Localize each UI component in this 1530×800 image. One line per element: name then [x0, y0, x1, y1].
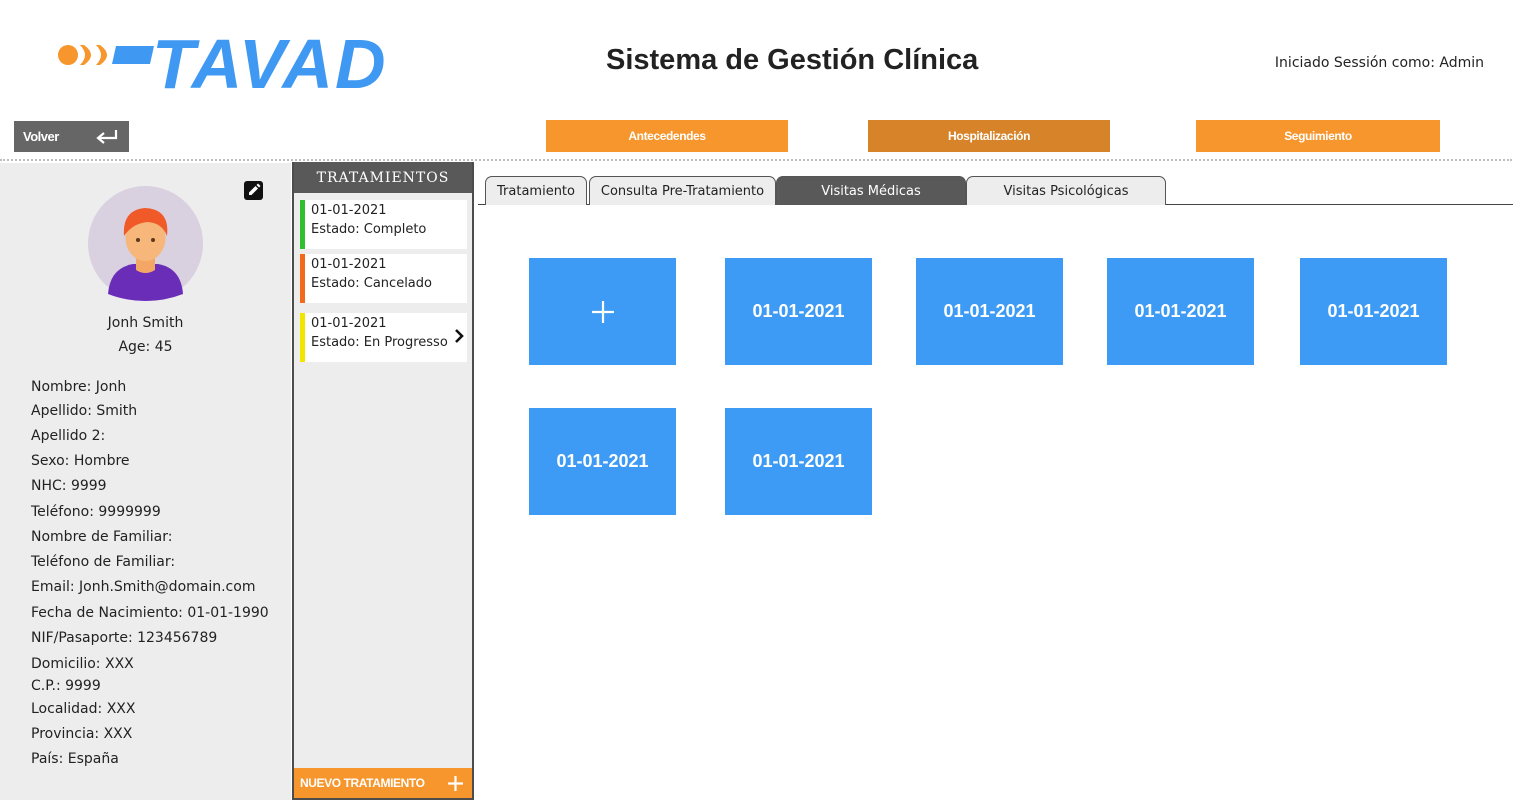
patient-field: Provincia: XXX [31, 726, 133, 742]
visit-tile[interactable]: 01-01-2021 [725, 258, 872, 365]
patient-panel: Jonh Smith Age: 45 Nombre: Jonh Apellido… [0, 163, 291, 800]
treatment-date: 01-01-2021 [311, 203, 387, 218]
header-divider [0, 159, 1512, 161]
back-button[interactable]: Volver [14, 121, 129, 152]
patient-field: Sexo: Hombre [31, 453, 130, 469]
tab-tratamiento[interactable]: Tratamiento [485, 176, 587, 205]
treatment-date: 01-01-2021 [311, 316, 387, 331]
app-title: Sistema de Gestión Clínica [606, 44, 979, 76]
visit-date: 01-01-2021 [752, 451, 845, 471]
patient-field: País: España [31, 751, 119, 767]
add-visit-tile[interactable] [529, 258, 676, 365]
visit-tile[interactable]: 01-01-2021 [529, 408, 676, 515]
treatment-status: Estado: En Progresso [311, 335, 448, 350]
tavad-logo: TAVAD [56, 25, 426, 103]
antecedentes-button[interactable]: Antecedendes [546, 120, 788, 152]
patient-field: Nombre: Jonh [31, 379, 127, 395]
patient-field: Teléfono de Familiar: [31, 554, 176, 570]
treatments-panel: TRATAMIENTOS 01-01-2021 Estado: Completo… [292, 162, 474, 800]
treatment-date: 01-01-2021 [311, 257, 387, 272]
session-info: Iniciado Sessión como: Admin [1274, 55, 1484, 71]
chevron-right-icon[interactable] [453, 327, 465, 345]
plus-icon [448, 776, 463, 791]
treatment-status: Estado: Cancelado [311, 276, 432, 291]
logo-dots-icon [58, 45, 154, 65]
tab-label: Tratamiento [497, 183, 575, 199]
logo-wordmark: TAVAD [152, 25, 388, 103]
tab-consulta-pre-tratamiento[interactable]: Consulta Pre-Tratamiento [589, 176, 776, 205]
visit-tile[interactable]: 01-01-2021 [916, 258, 1063, 365]
patient-field: Email: Jonh.Smith@domain.com [31, 579, 256, 595]
visit-date: 01-01-2021 [1134, 301, 1227, 321]
patient-field: Apellido: Smith [31, 403, 138, 419]
hospitalizacion-button-label: Hospitalización [947, 129, 1030, 143]
tab-label: Visitas Médicas [821, 183, 921, 199]
visit-date: 01-01-2021 [943, 301, 1036, 321]
back-button-label: Volver [23, 129, 59, 144]
patient-field: Apellido 2: [31, 428, 106, 444]
new-treatment-label: NUEVO TRATAMIENTO [300, 776, 425, 790]
visit-date: 01-01-2021 [752, 301, 845, 321]
visit-date: 01-01-2021 [556, 451, 649, 471]
return-arrow-icon [96, 130, 118, 144]
patient-age: Age: 45 [118, 339, 173, 355]
antecedentes-button-label: Antecedendes [628, 129, 706, 143]
treatment-card-completo[interactable]: 01-01-2021 Estado: Completo [300, 200, 467, 249]
new-treatment-button[interactable]: NUEVO TRATAMIENTO [294, 768, 472, 798]
plus-icon [591, 300, 614, 323]
patient-field: NHC: 9999 [31, 478, 107, 494]
visit-date: 01-01-2021 [1327, 301, 1420, 321]
treatments-title: TRATAMIENTOS [294, 162, 472, 193]
edit-icon[interactable] [243, 180, 264, 201]
seguimiento-button-label: Seguimiento [1284, 129, 1352, 143]
treatment-card-cancelado[interactable]: 01-01-2021 Estado: Cancelado [300, 254, 467, 303]
tab-visitas-psicologicas[interactable]: Visitas Psicológicas [966, 176, 1166, 205]
patient-field: Teléfono: 9999999 [31, 504, 161, 520]
seguimiento-button[interactable]: Seguimiento [1196, 120, 1440, 152]
patient-field: Domicilio: XXX [31, 656, 134, 672]
avatar [88, 186, 203, 301]
patient-name: Jonh Smith [107, 315, 184, 331]
visit-tile[interactable]: 01-01-2021 [1107, 258, 1254, 365]
patient-field: Nombre de Familiar: [31, 529, 173, 545]
tab-visitas-medicas[interactable]: Visitas Médicas [776, 176, 966, 205]
patient-field: Localidad: XXX [31, 701, 136, 717]
treatment-card-en-progresso[interactable]: 01-01-2021 Estado: En Progresso [300, 313, 467, 362]
tab-label: Visitas Psicológicas [1003, 183, 1129, 199]
patient-field: Fecha de Nacimiento: 01-01-1990 [31, 605, 269, 621]
treatment-status: Estado: Completo [311, 222, 427, 237]
patient-field: C.P.: 9999 [31, 678, 101, 694]
tab-label: Consulta Pre-Tratamiento [600, 183, 765, 199]
visit-tile[interactable]: 01-01-2021 [725, 408, 872, 515]
visit-tile[interactable]: 01-01-2021 [1300, 258, 1447, 365]
hospitalizacion-button[interactable]: Hospitalización [868, 120, 1110, 152]
patient-field: NIF/Pasaporte: 123456789 [31, 630, 218, 646]
